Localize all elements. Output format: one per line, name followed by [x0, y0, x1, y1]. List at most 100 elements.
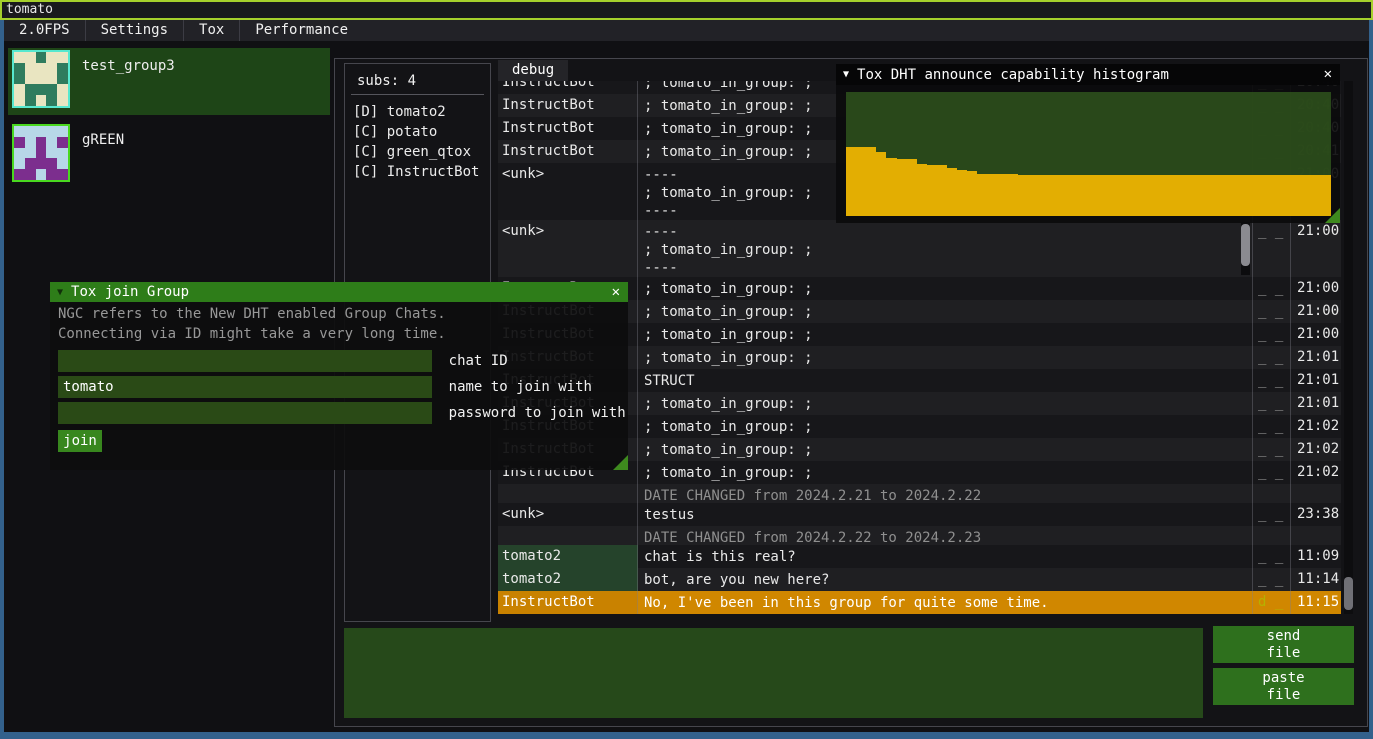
message-text: bot, are you new here? — [638, 568, 1253, 591]
avatar-pixel — [46, 126, 57, 137]
avatar-pixel — [25, 126, 36, 137]
avatar-pixel — [36, 74, 47, 85]
avatar-pixel — [57, 148, 68, 159]
avatar-pixel — [36, 137, 47, 148]
avatar-pixel — [14, 158, 25, 169]
sender-name — [498, 484, 638, 503]
message-text: chat is this real? — [638, 545, 1253, 568]
avatar-pixel — [46, 158, 57, 169]
menu-item-2.0fps: 2.0FPS — [4, 20, 85, 41]
histogram-bar — [1210, 175, 1220, 216]
message-scrollbar[interactable] — [1241, 222, 1250, 275]
message-flags: _ _ — [1253, 392, 1291, 415]
avatar-pixel — [46, 148, 57, 159]
message-text: testus — [638, 503, 1253, 526]
group-item-test_group3[interactable]: test_group3 — [8, 48, 330, 115]
avatar-pixel — [57, 52, 68, 63]
message-timestamp: 21:00 — [1291, 323, 1341, 346]
resize-grip[interactable] — [613, 455, 628, 470]
avatar-pixel — [36, 52, 47, 63]
message-flags: _ _ — [1253, 503, 1291, 526]
window-frame-right — [1369, 20, 1373, 739]
message-flags: _ _ — [1253, 346, 1291, 369]
message-row: tomato2chat is this real?_ _11:09 — [498, 545, 1341, 568]
chat-scrollbar-thumb[interactable] — [1344, 577, 1353, 610]
avatar-pixel — [46, 63, 57, 74]
message-text: STRUCT — [638, 369, 1253, 392]
avatar-pixel — [57, 169, 68, 180]
histogram-bar — [1129, 175, 1139, 216]
join-group-window: ▼ Tox join Group ✕ NGC refers to the New… — [50, 282, 628, 470]
message-flags: _ _ — [1253, 415, 1291, 438]
message-timestamp: 21:01 — [1291, 369, 1341, 392]
sender-name: tomato2 — [498, 545, 638, 568]
subs-member: [C] InstructBot — [353, 162, 490, 182]
avatar-pixel — [14, 169, 25, 180]
resize-grip[interactable] — [1325, 208, 1340, 223]
join-group-titlebar[interactable]: ▼ Tox join Group ✕ — [50, 282, 628, 302]
histogram-bar — [1139, 175, 1149, 216]
message-row: InstructBotNo, I've been in this group f… — [498, 591, 1341, 614]
histogram-bar — [1119, 175, 1129, 216]
avatar-pixel — [57, 137, 68, 148]
join-password-input[interactable] — [58, 402, 432, 424]
separator — [351, 94, 484, 95]
message-flags: _ _ — [1253, 461, 1291, 484]
avatar-pixel — [36, 95, 47, 106]
avatar-pixel — [14, 126, 25, 137]
message-input[interactable] — [344, 628, 1203, 718]
histogram-bar — [897, 159, 907, 216]
group-item-gREEN[interactable]: gREEN — [8, 122, 330, 189]
message-scrollbar-thumb[interactable] — [1241, 224, 1250, 266]
avatar-pixel — [14, 74, 25, 85]
avatar-pixel — [25, 169, 36, 180]
histogram-bar — [1159, 175, 1169, 216]
avatar-pixel — [46, 95, 57, 106]
histogram-bar — [1038, 175, 1048, 216]
histogram-titlebar[interactable]: ▼ Tox DHT announce capability histogram … — [836, 64, 1340, 85]
join-name-input[interactable] — [58, 376, 432, 398]
chat-id-input[interactable] — [58, 350, 432, 372]
avatar-pixel — [57, 126, 68, 137]
histogram-bar — [1028, 175, 1038, 216]
histogram-bar — [1079, 175, 1089, 216]
avatar-pixel — [57, 158, 68, 169]
join-button[interactable]: join — [58, 430, 102, 452]
histogram-bar — [1220, 175, 1230, 216]
message-timestamp — [1291, 484, 1341, 503]
histogram-bar — [876, 152, 886, 216]
close-icon[interactable]: ✕ — [612, 282, 620, 302]
message-flags: d _ — [1253, 591, 1291, 614]
os-titlebar[interactable]: tomato — [0, 0, 1373, 20]
avatar-pixel — [25, 95, 36, 106]
message-flags: _ _ — [1253, 369, 1291, 392]
sender-name: <unk> — [498, 503, 638, 526]
join-password-label: password to join with — [449, 402, 626, 424]
avatar-pixel — [36, 63, 47, 74]
paste-file-button[interactable]: paste file — [1213, 668, 1354, 705]
histogram-bar — [1149, 175, 1159, 216]
subs-count: subs: 4 — [357, 73, 480, 89]
histogram-title: Tox DHT announce capability histogram — [857, 67, 1169, 83]
chat-scrollbar[interactable] — [1344, 81, 1353, 614]
avatar-pixel — [25, 158, 36, 169]
tab-debug[interactable]: debug — [498, 60, 568, 81]
menu-item-performance[interactable]: Performance — [239, 20, 363, 41]
message-flags: _ _ — [1253, 300, 1291, 323]
chat-id-label: chat ID — [449, 350, 508, 372]
collapse-icon[interactable]: ▼ — [57, 287, 63, 298]
avatar-pixel — [57, 84, 68, 95]
message-text: ; tomato_in_group: ; — [638, 346, 1253, 369]
histogram-bar — [1250, 175, 1260, 216]
send-file-button[interactable]: send file — [1213, 626, 1354, 663]
message-timestamp: 21:02 — [1291, 415, 1341, 438]
close-icon[interactable]: ✕ — [1324, 64, 1332, 84]
menu-item-tox[interactable]: Tox — [183, 20, 239, 41]
menu-item-settings[interactable]: Settings — [85, 20, 183, 41]
message-timestamp: 21:00 — [1291, 277, 1341, 300]
avatar-pixel — [14, 95, 25, 106]
collapse-icon[interactable]: ▼ — [843, 69, 849, 80]
histogram-bar — [927, 165, 937, 216]
histogram-window: ▼ Tox DHT announce capability histogram … — [836, 64, 1340, 223]
message-timestamp: 11:14 — [1291, 568, 1341, 591]
